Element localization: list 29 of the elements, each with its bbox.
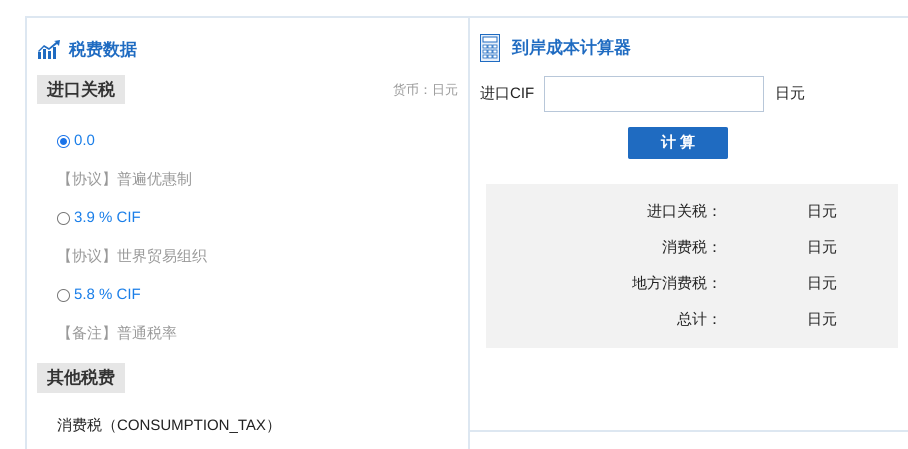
result-unit: 日元 <box>807 310 837 330</box>
rate-note: 【协议】普遍优惠制 <box>57 170 192 190</box>
radio-button[interactable] <box>57 134 70 148</box>
radio-button[interactable] <box>57 288 70 302</box>
radio-button[interactable] <box>57 212 70 225</box>
panel-title: 到岸成本计算器 <box>512 37 631 60</box>
result-unit: 日元 <box>807 238 837 258</box>
calculate-button[interactable]: 计 算 <box>628 127 728 159</box>
unit-label: 日元 <box>775 84 806 104</box>
input-label: 进口CIF <box>480 84 534 104</box>
result-unit: 日元 <box>807 202 837 222</box>
section-heading: 其他税费 <box>37 363 125 392</box>
result-label: 地方消费税： <box>631 274 722 294</box>
rate-option[interactable]: 3.9 % CIF <box>57 207 141 230</box>
calculator-icon <box>480 34 500 62</box>
section-heading: 进口关税 <box>37 74 125 104</box>
result-label: 总计： <box>676 310 722 330</box>
cif-input-field[interactable] <box>544 76 764 112</box>
rate-note: 【协议】世界贸易组织 <box>57 246 207 266</box>
rate-option[interactable]: 5.8 % CIF <box>57 284 141 306</box>
chart-icon <box>37 40 61 60</box>
result-label: 消费税： <box>661 238 722 258</box>
rate-note: 【备注】普通税率 <box>57 324 177 344</box>
result-label: 进口关税： <box>646 202 722 222</box>
result-unit: 日元 <box>807 274 837 294</box>
currency-label: 货币：日元 <box>393 80 458 98</box>
rate-option[interactable]: 0.0 <box>57 130 95 152</box>
panel-title: 税费数据 <box>69 39 137 61</box>
fee-item: 消费税（CONSUMPTION_TAX） <box>57 416 281 436</box>
